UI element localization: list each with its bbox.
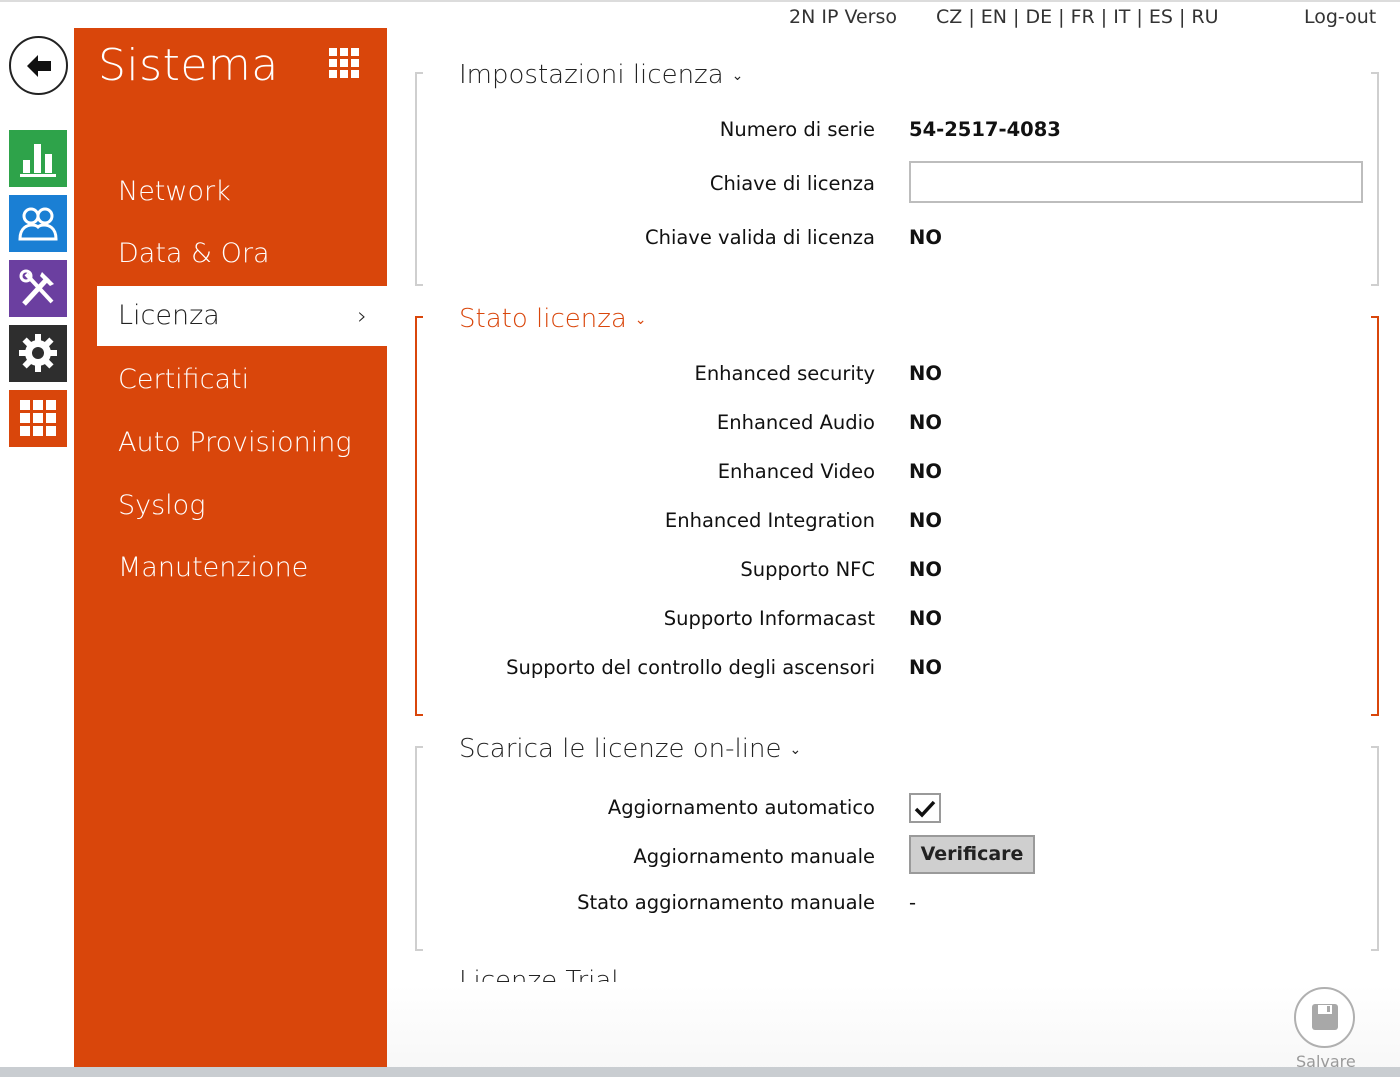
services-menu-button[interactable] bbox=[9, 260, 67, 317]
license-status-title[interactable]: Stato licenza ⌄ bbox=[459, 304, 647, 334]
menu-item-network[interactable]: Network bbox=[118, 176, 231, 207]
status-row-value: NO bbox=[909, 362, 942, 385]
back-button[interactable] bbox=[9, 36, 68, 95]
os-dock bbox=[0, 1067, 1400, 1077]
floppy-disk-icon bbox=[1312, 1004, 1338, 1030]
status-row-value: NO bbox=[909, 509, 942, 532]
menu-item-certificates[interactable]: Certificati bbox=[118, 364, 249, 395]
license-settings-section: Impostazioni licenza ⌄ Numero di serie 54… bbox=[415, 60, 1379, 286]
users-icon bbox=[18, 207, 58, 241]
license-key-input[interactable] bbox=[909, 161, 1363, 203]
status-row-label: Supporto del controllo degli ascensori bbox=[506, 656, 875, 679]
license-key-label: Chiave di licenza bbox=[709, 172, 875, 195]
status-row-label: Enhanced Video bbox=[717, 460, 875, 483]
auto-update-label: Aggiornamento automatico bbox=[607, 796, 875, 819]
license-status-section: Stato licenza ⌄ Enhanced security NO Enha… bbox=[415, 304, 1379, 716]
language-selector[interactable]: CZ | EN | DE | FR | IT | ES | RU bbox=[936, 6, 1219, 28]
online-licenses-section: Scarica le licenze on-line ⌄ Aggiornament… bbox=[415, 734, 1379, 951]
chevron-down-icon: ⌄ bbox=[789, 741, 802, 758]
system-menu-button[interactable] bbox=[9, 390, 67, 447]
status-row-label: Supporto NFC bbox=[740, 558, 875, 581]
menu-item-syslog[interactable]: Syslog bbox=[118, 490, 205, 521]
trial-licenses-title[interactable]: Licenze Trial bbox=[459, 968, 619, 982]
top-bar: 2N IP Verso CZ | EN | DE | FR | IT | ES … bbox=[0, 0, 1400, 30]
menu-item-date-time[interactable]: Data & Ora bbox=[118, 238, 270, 269]
menu-item-license-label: Licenza bbox=[118, 300, 220, 331]
menu-item-maintenance[interactable]: Manutenzione bbox=[118, 552, 308, 583]
license-settings-title[interactable]: Impostazioni licenza ⌄ bbox=[459, 60, 743, 90]
menu-title: Sistema bbox=[98, 40, 279, 91]
serial-number-value: 54-2517-4083 bbox=[909, 118, 1061, 141]
status-row-label: Supporto Informacast bbox=[663, 607, 875, 630]
chevron-down-icon: ⌄ bbox=[731, 67, 744, 84]
logout-link[interactable]: Log-out bbox=[1304, 6, 1376, 28]
menu-item-auto-provisioning[interactable]: Auto Provisioning bbox=[118, 427, 352, 458]
hardware-menu-button[interactable] bbox=[9, 325, 67, 382]
menu-item-license[interactable]: Licenza › bbox=[97, 286, 387, 346]
directory-menu-button[interactable] bbox=[9, 195, 67, 252]
grid-icon bbox=[329, 48, 359, 78]
chevron-right-icon: › bbox=[357, 302, 367, 330]
status-row-label: Enhanced security bbox=[694, 362, 876, 385]
gear-icon bbox=[19, 334, 57, 372]
manual-update-label: Aggiornamento manuale bbox=[633, 845, 875, 868]
valid-key-label: Chiave valida di licenza bbox=[644, 226, 875, 249]
bottom-bar bbox=[387, 985, 1400, 1070]
valid-key-value: NO bbox=[909, 226, 942, 249]
serial-number-label: Numero di serie bbox=[719, 118, 875, 141]
auto-update-checkbox[interactable] bbox=[909, 793, 941, 823]
status-row-label: Enhanced Integration bbox=[664, 509, 875, 532]
bar-chart-icon bbox=[20, 144, 56, 177]
status-row-value: NO bbox=[909, 656, 942, 679]
system-menu: Sistema Network Data & Ora Licenza › Cer… bbox=[74, 28, 387, 1068]
status-menu-button[interactable] bbox=[9, 130, 67, 187]
tools-icon bbox=[19, 269, 54, 306]
status-row-label: Enhanced Audio bbox=[716, 411, 875, 434]
status-row-value: NO bbox=[909, 607, 942, 630]
manual-status-label: Stato aggiornamento manuale bbox=[577, 891, 875, 914]
manual-status-value: - bbox=[909, 891, 917, 914]
status-row-value: NO bbox=[909, 460, 942, 483]
save-button[interactable] bbox=[1294, 987, 1355, 1048]
grid-icon bbox=[20, 400, 56, 436]
checkmark-icon bbox=[914, 800, 936, 818]
verify-button[interactable]: Verificare bbox=[909, 835, 1035, 874]
status-row-value: NO bbox=[909, 558, 942, 581]
status-row-value: NO bbox=[909, 411, 942, 434]
online-licenses-title[interactable]: Scarica le licenze on-line ⌄ bbox=[459, 734, 801, 764]
arrow-left-icon bbox=[27, 55, 51, 77]
menu-grid-button[interactable] bbox=[329, 48, 359, 82]
device-name: 2N IP Verso bbox=[789, 6, 897, 28]
chevron-down-icon: ⌄ bbox=[634, 311, 647, 328]
